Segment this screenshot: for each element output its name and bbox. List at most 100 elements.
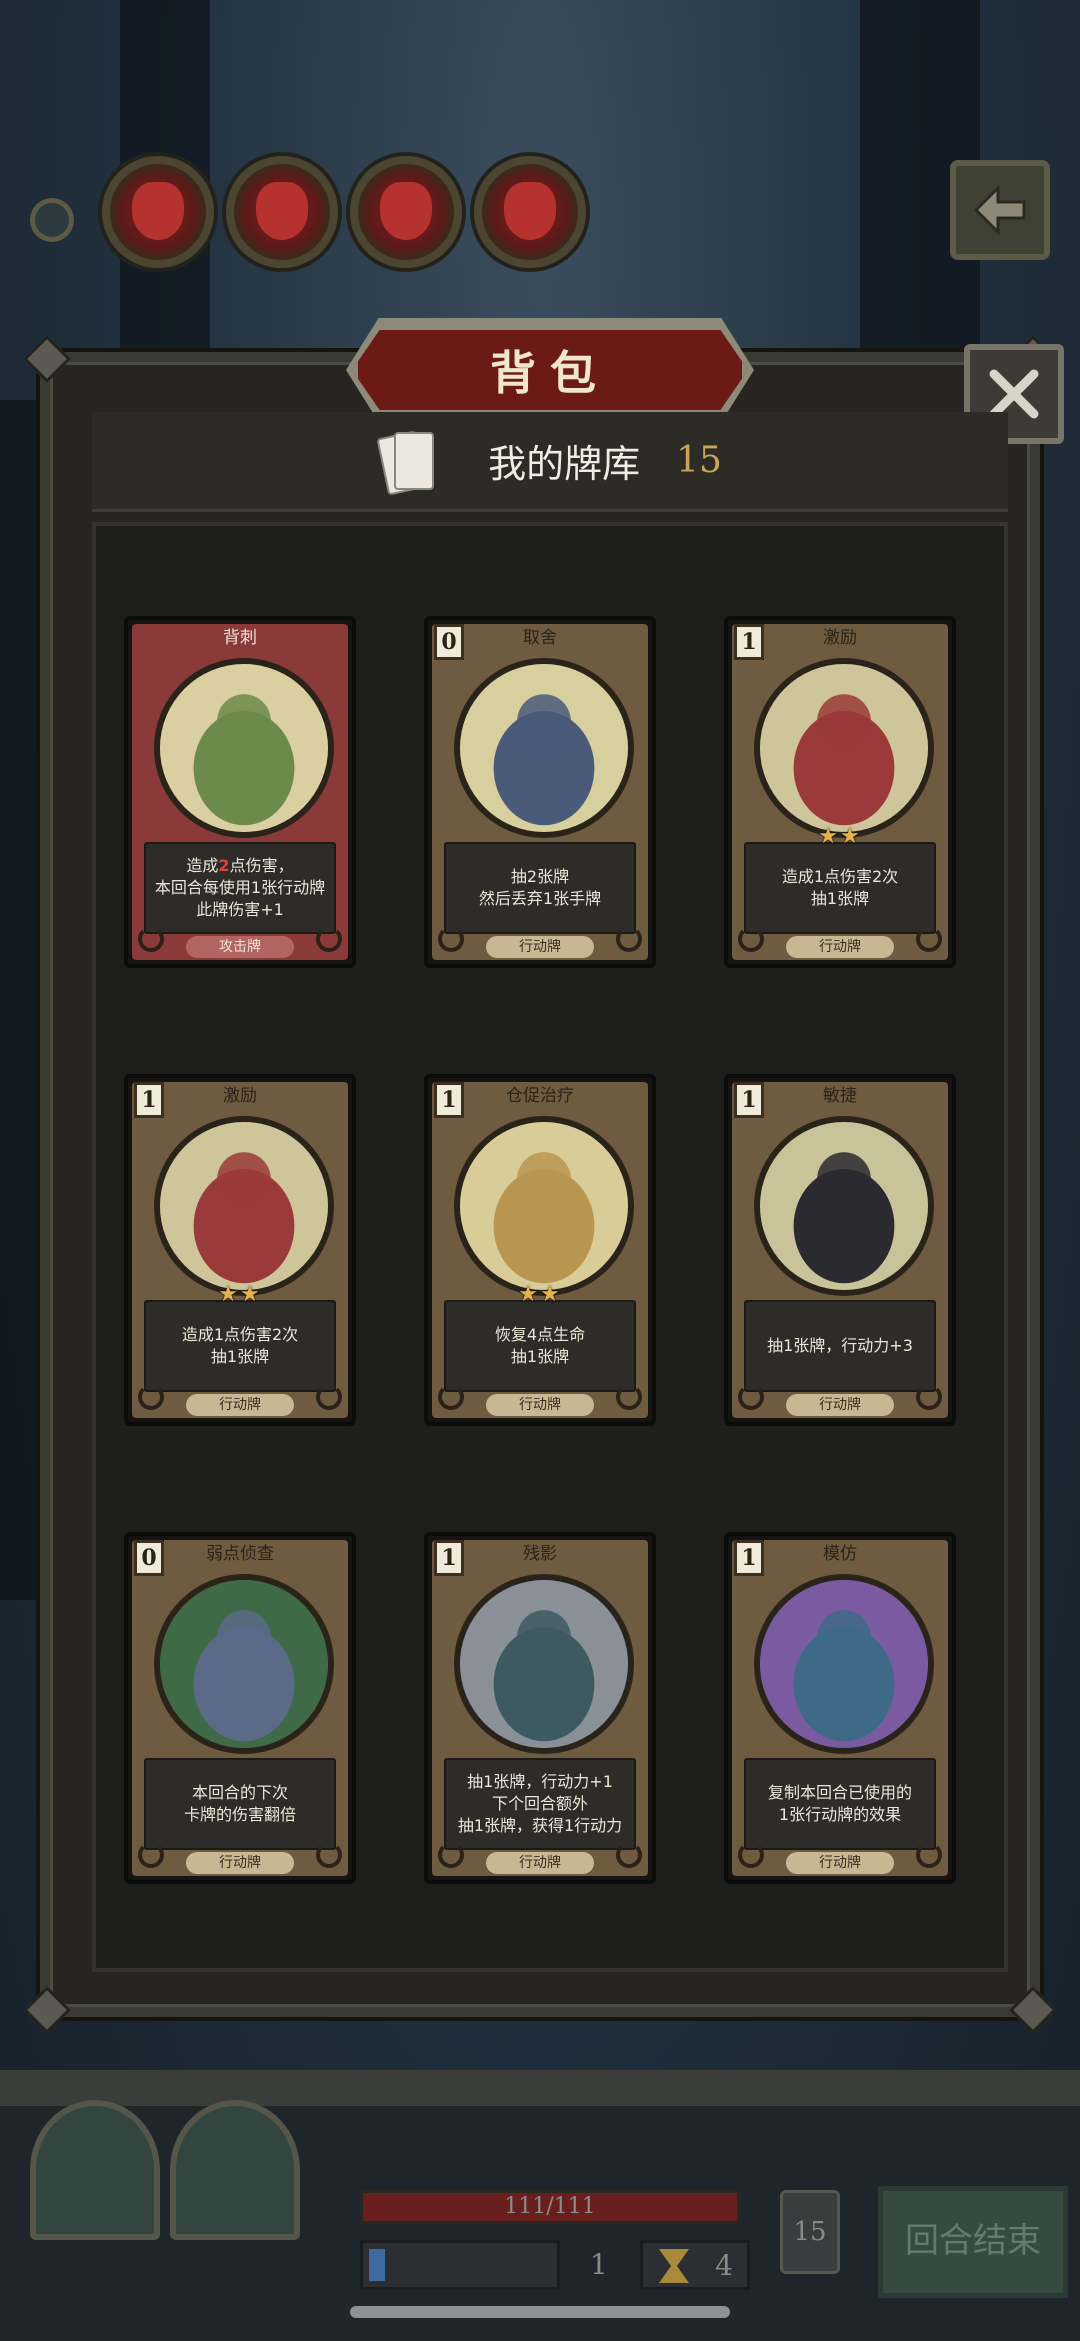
turn-indicator-dot (30, 198, 74, 242)
card[interactable]: 1 激励 ★★ 造成1点伤害2次 抽1张牌 行动牌 (124, 1074, 356, 1426)
card-cost: 1 (734, 1082, 764, 1118)
swirl-ornament (138, 926, 164, 952)
end-turn-button[interactable]: 回合结束 (878, 2186, 1068, 2298)
card-art-image (454, 658, 634, 838)
card-art-image (154, 1116, 334, 1296)
enemy-orb-icon[interactable] (226, 156, 338, 268)
turn-count: 4 (715, 2249, 733, 2282)
swirl-ornament (438, 1384, 464, 1410)
energy-fill (369, 2249, 385, 2281)
card-description: 造成2点伤害， 本回合每使用1张行动牌 此牌伤害+1 (144, 842, 336, 934)
card-description-text: 复制本回合已使用的 1张行动牌的效果 (767, 1783, 912, 1824)
card-stars: ★★ (518, 1282, 562, 1307)
card-name: 背刺 (223, 628, 257, 648)
card-stars: ★★ (818, 824, 862, 849)
card-description: 抽1张牌，行动力+3 (744, 1300, 936, 1392)
card[interactable]: 1 残影 抽1张牌，行动力+1 下个回合额外 抽1张牌，获得1行动力 行动牌 (424, 1532, 656, 1884)
card[interactable]: 1 激励 ★★ 造成1点伤害2次 抽1张牌 行动牌 (724, 616, 956, 968)
card[interactable]: 1 模仿 复制本回合已使用的 1张行动牌的效果 行动牌 (724, 1532, 956, 1884)
swirl-ornament (738, 926, 764, 952)
panel-title-plate: 背包 (352, 324, 748, 416)
enemy-orb-icon[interactable] (350, 156, 462, 268)
swirl-ornament (138, 1842, 164, 1868)
energy-value: 1 (590, 2248, 608, 2281)
swirl-ornament (738, 1384, 764, 1410)
card-description: 抽2张牌 然后丢弃1张手牌 (444, 842, 636, 934)
card-type-label: 行动牌 (786, 936, 894, 958)
card-cost: 1 (734, 1540, 764, 1576)
card-art-image (154, 1574, 334, 1754)
card-type-label: 攻击牌 (186, 936, 294, 958)
card-type-label: 行动牌 (786, 1852, 894, 1874)
bottom-hud: 111/111 1 4 15 回合结束 (0, 2070, 1080, 2341)
card-cost: 1 (434, 1082, 464, 1118)
card-cost: 0 (134, 1540, 164, 1576)
swirl-ornament (438, 1842, 464, 1868)
card-description: 造成1点伤害2次 抽1张牌 (744, 842, 936, 934)
deck-header: 我的牌库 15 (92, 412, 1008, 512)
card-art-image (754, 1116, 934, 1296)
card-cost: 1 (734, 624, 764, 660)
card-cost: 0 (434, 624, 464, 660)
home-indicator (350, 2306, 730, 2318)
card[interactable]: 0 取舍 抽2张牌 然后丢弃1张手牌 行动牌 (424, 616, 656, 968)
card-description-text: 本回合每使用1张行动牌 (154, 878, 326, 897)
card[interactable]: 1 敏捷 抽1张牌，行动力+3 行动牌 (724, 1074, 956, 1426)
card-art-image (754, 658, 934, 838)
card-type-label: 行动牌 (786, 1394, 894, 1416)
card-description-text: 造成 (186, 856, 219, 875)
card-description-text: 造成1点伤害2次 抽1张牌 (781, 867, 899, 908)
swirl-ornament (616, 926, 642, 952)
card-description-text: 抽1张牌，行动力+1 下个回合额外 抽1张牌，获得1行动力 (457, 1772, 623, 1835)
card-type-label: 行动牌 (486, 936, 594, 958)
deck-label: 我的牌库 (488, 442, 641, 486)
swirl-ornament (916, 926, 942, 952)
card-description-text: 造成1点伤害2次 抽1张牌 (181, 1325, 299, 1366)
energy-bar (360, 2240, 560, 2290)
card-description: 抽1张牌，行动力+1 下个回合额外 抽1张牌，获得1行动力 (444, 1758, 636, 1850)
card-description-text: 2 (218, 856, 230, 875)
card-type-label: 行动牌 (486, 1394, 594, 1416)
card[interactable]: 1 仓促治疗 ★★ 恢复4点生命 抽1张牌 行动牌 (424, 1074, 656, 1426)
card[interactable]: 背刺造成2点伤害， 本回合每使用1张行动牌 此牌伤害+1 攻击牌 (124, 616, 356, 968)
enemy-bar (30, 150, 1050, 290)
card[interactable]: 0 弱点侦查 本回合的下次 卡牌的伤害翻倍 行动牌 (124, 1532, 356, 1884)
card-art-image (454, 1116, 634, 1296)
swirl-ornament (138, 1384, 164, 1410)
hero-portrait[interactable] (30, 2100, 160, 2240)
card-description: 恢复4点生命 抽1张牌 (444, 1300, 636, 1392)
hourglass-icon (659, 2249, 689, 2283)
card-art-image (454, 1574, 634, 1754)
swirl-ornament (616, 1384, 642, 1410)
card-description-text: 恢复4点生命 抽1张牌 (494, 1325, 586, 1366)
card-description: 造成1点伤害2次 抽1张牌 (144, 1300, 336, 1392)
card-description: 本回合的下次 卡牌的伤害翻倍 (144, 1758, 336, 1850)
back-button[interactable] (950, 160, 1050, 260)
swirl-ornament (738, 1842, 764, 1868)
swirl-ornament (916, 1384, 942, 1410)
swirl-ornament (916, 1842, 942, 1868)
card-stars: ★★ (218, 1282, 262, 1307)
enemy-orb-icon[interactable] (474, 156, 586, 268)
card-cost: 1 (134, 1082, 164, 1118)
swirl-ornament (438, 926, 464, 952)
card-description-text: 点伤害， (229, 856, 294, 875)
hp-text: 111/111 (504, 2194, 596, 2219)
stone-ledge (0, 2070, 1080, 2110)
card-cost: 1 (434, 1540, 464, 1576)
card-description-text: 本回合的下次 卡牌的伤害翻倍 (183, 1783, 296, 1824)
card-art-image (754, 1574, 934, 1754)
companion-portrait[interactable] (170, 2100, 300, 2240)
swirl-ornament (316, 926, 342, 952)
card-art-image (154, 658, 334, 838)
deck-count: 15 (676, 440, 722, 481)
back-arrow-icon (973, 184, 1026, 236)
card-type-label: 行动牌 (486, 1852, 594, 1874)
turn-counter: 4 (640, 2240, 750, 2290)
card-description-text: 抽2张牌 然后丢弃1张手牌 (478, 867, 602, 908)
card-stack-icon (376, 428, 438, 496)
enemy-orb-icon[interactable] (102, 156, 214, 268)
draw-pile-button[interactable]: 15 (780, 2190, 840, 2274)
card-description-text: 抽1张牌，行动力+3 (767, 1336, 913, 1355)
card-description-text: 此牌伤害+1 (196, 900, 284, 919)
